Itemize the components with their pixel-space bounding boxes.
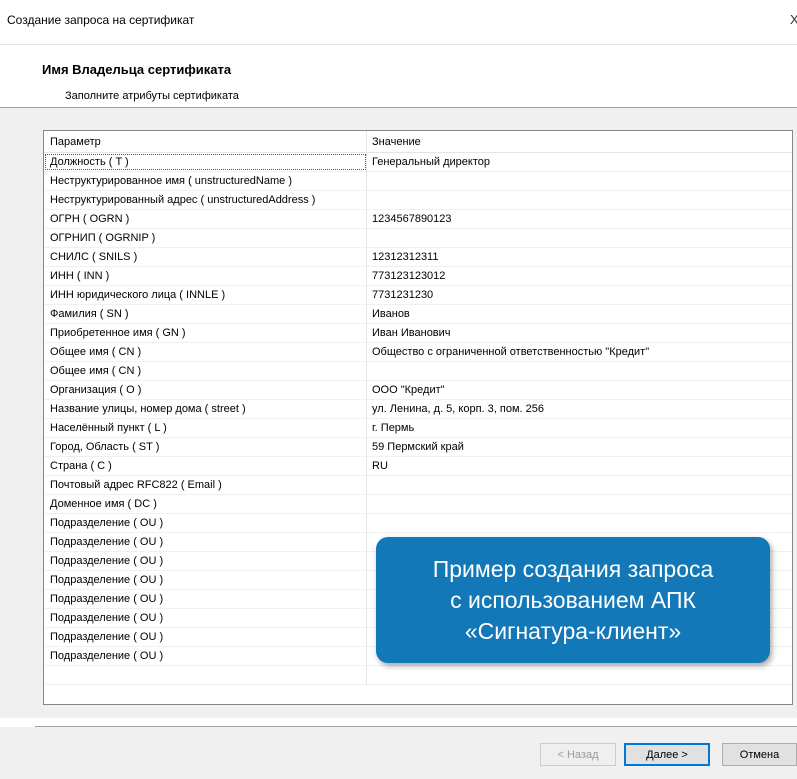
value-cell[interactable]: Иванов [367,305,792,323]
value-cell[interactable] [367,229,792,247]
table-row[interactable]: Общее имя ( CN ) [44,362,792,381]
table-row[interactable]: Название улицы, номер дома ( street ) ул.… [44,400,792,419]
param-cell: Название улицы, номер дома ( street ) [44,400,367,418]
value-cell[interactable]: ООО "Кредит" [367,381,792,399]
table-row[interactable]: Должность ( T ) Генеральный директор [44,153,792,172]
table-row[interactable] [44,666,792,685]
column-header-param[interactable]: Параметр [44,131,367,152]
info-callout: Пример создания запроса с использованием… [376,537,770,663]
table-row[interactable]: Общее имя ( CN ) Общество с ограниченной … [44,343,792,362]
param-cell: Фамилия ( SN ) [44,305,367,323]
table-row[interactable]: Организация ( O ) ООО "Кредит" [44,381,792,400]
table-row[interactable]: Неструктурированное имя ( unstructuredNa… [44,172,792,191]
param-cell: Населённый пункт ( L ) [44,419,367,437]
value-cell[interactable]: Генеральный директор [367,153,792,171]
param-cell: Подразделение ( OU ) [44,609,367,627]
value-cell[interactable] [367,362,792,380]
param-cell: Общее имя ( CN ) [44,343,367,361]
callout-line-2: с использованием АПК [450,586,696,613]
param-cell: Подразделение ( OU ) [44,590,367,608]
table-row[interactable]: Страна ( C ) RU [44,457,792,476]
value-cell[interactable]: 7731231230 [367,286,792,304]
title-bar: Создание запроса на сертификат X [0,0,797,45]
table-row[interactable]: СНИЛС ( SNILS ) 12312312311 [44,248,792,267]
back-button[interactable]: < Назад [540,743,616,766]
value-cell[interactable] [367,191,792,209]
table-row[interactable]: Неструктурированный адрес ( unstructured… [44,191,792,210]
next-button[interactable]: Далее > [624,743,710,766]
param-cell: СНИЛС ( SNILS ) [44,248,367,266]
close-icon[interactable]: X [790,12,797,27]
param-cell: Общее имя ( CN ) [44,362,367,380]
param-cell: Подразделение ( OU ) [44,647,367,665]
param-cell: Город, Область ( ST ) [44,438,367,456]
value-cell[interactable] [367,476,792,494]
table-row[interactable]: ИНН ( INN ) 773123123012 [44,267,792,286]
value-cell[interactable]: RU [367,457,792,475]
param-cell: Доменное имя ( DC ) [44,495,367,513]
table-row[interactable]: ОГРН ( OGRN ) 1234567890123 [44,210,792,229]
param-cell: Подразделение ( OU ) [44,628,367,646]
value-cell[interactable]: ул. Ленина, д. 5, корп. 3, пом. 256 [367,400,792,418]
cancel-button[interactable]: Отмена [722,743,797,766]
param-cell: ИНН ( INN ) [44,267,367,285]
value-cell[interactable]: Общество с ограниченной ответственностью… [367,343,792,361]
callout-line-3: «Сигнатура-клиент» [464,617,682,644]
table-row[interactable]: Населённый пункт ( L ) г. Пермь [44,419,792,438]
param-cell: Подразделение ( OU ) [44,533,367,551]
param-cell: Подразделение ( OU ) [44,514,367,532]
param-cell: ОГРН ( OGRN ) [44,210,367,228]
param-cell: Подразделение ( OU ) [44,571,367,589]
value-cell[interactable]: 1234567890123 [367,210,792,228]
value-cell[interactable]: 59 Пермский край [367,438,792,456]
table-row[interactable]: ИНН юридического лица ( INNLE ) 773123123… [44,286,792,305]
table-row[interactable]: Город, Область ( ST ) 59 Пермский край [44,438,792,457]
window-title: Создание запроса на сертификат [7,13,195,27]
table-row[interactable]: Приобретенное имя ( GN ) Иван Иванович [44,324,792,343]
param-cell: ОГРНИП ( OGRNIP ) [44,229,367,247]
value-cell[interactable] [367,495,792,513]
wizard-header: Имя Владельца сертификата Заполните атри… [0,46,797,106]
param-cell: Должность ( T ) [44,153,367,171]
value-cell[interactable] [367,172,792,190]
param-cell: Неструктурированный адрес ( unstructured… [44,191,367,209]
param-cell: Приобретенное имя ( GN ) [44,324,367,342]
param-cell: ИНН юридического лица ( INNLE ) [44,286,367,304]
param-cell: Организация ( O ) [44,381,367,399]
param-cell: Страна ( C ) [44,457,367,475]
footer-divider [35,726,797,727]
param-cell: Почтовый адрес RFC822 ( Email ) [44,476,367,494]
table-row[interactable]: Подразделение ( OU ) [44,514,792,533]
list-header: Параметр Значение [44,131,792,153]
param-cell: Подразделение ( OU ) [44,552,367,570]
page-title: Имя Владельца сертификата [42,62,232,77]
value-cell[interactable]: г. Пермь [367,419,792,437]
table-row[interactable]: ОГРНИП ( OGRNIP ) [44,229,792,248]
param-cell: Неструктурированное имя ( unstructuredNa… [44,172,367,190]
value-cell[interactable] [367,666,792,684]
table-row[interactable]: Доменное имя ( DC ) [44,495,792,514]
param-cell [44,666,367,684]
column-header-value[interactable]: Значение [367,131,792,152]
callout-line-1: Пример создания запроса [432,555,714,582]
value-cell[interactable]: 12312312311 [367,248,792,266]
value-cell[interactable] [367,514,792,532]
table-row[interactable]: Почтовый адрес RFC822 ( Email ) [44,476,792,495]
value-cell[interactable]: Иван Иванович [367,324,792,342]
value-cell[interactable]: 773123123012 [367,267,792,285]
table-row[interactable]: Фамилия ( SN ) Иванов [44,305,792,324]
page-subtitle: Заполните атрибуты сертификата [65,90,239,102]
